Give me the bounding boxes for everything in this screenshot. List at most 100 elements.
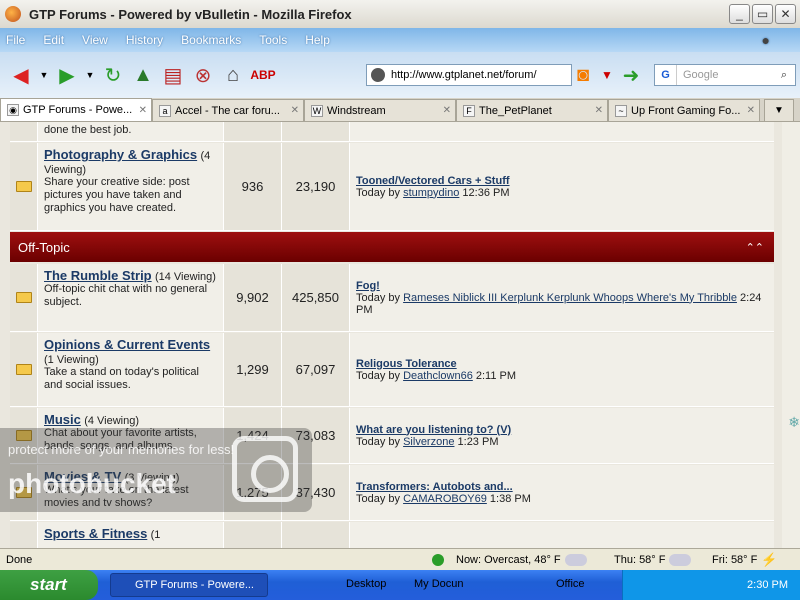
firefox-icon <box>5 6 21 22</box>
vertical-scrollbar[interactable]: ❄ <box>782 122 800 548</box>
window-controls: _ ▭ ✕ <box>729 4 796 24</box>
last-post: Transformers: Autobots and... Today by C… <box>350 465 774 520</box>
menu-view[interactable]: View <box>82 33 108 47</box>
last-post-title[interactable]: Transformers: Autobots and... <box>356 481 768 493</box>
tab-upfront[interactable]: ~ Up Front Gaming Fo... ✕ <box>608 99 760 121</box>
petplanet-favicon: F <box>463 104 475 117</box>
taskbar-firefox-window[interactable]: GTP Forums - Powere... <box>110 573 268 597</box>
last-post-author[interactable]: Deathclown66 <box>403 370 473 382</box>
last-post-author[interactable]: Rameses Niblick III Kerplunk Kerplunk Wh… <box>403 292 737 304</box>
last-post-title[interactable]: Religous Tolerance <box>356 358 768 370</box>
menu-tools[interactable]: Tools <box>259 33 287 47</box>
tab-gtp-forums[interactable]: ◉ GTP Forums - Powe... ✕ <box>0 98 152 121</box>
snowflake-icon: ❄ <box>788 414 800 430</box>
menu-file[interactable]: File <box>6 33 25 47</box>
tab-close-icon[interactable]: ✕ <box>443 105 451 116</box>
close-button[interactable]: ✕ <box>775 4 796 24</box>
adblock-icon[interactable]: ABP <box>250 62 276 88</box>
last-post: Fog! Today by Rameses Niblick III Kerplu… <box>350 264 774 331</box>
url-bar[interactable]: http://www.gtplanet.net/forum/ <box>366 64 572 86</box>
upfront-favicon: ~ <box>615 104 627 117</box>
forum-link[interactable]: The Rumble Strip <box>44 268 152 283</box>
tab-close-icon[interactable]: ✕ <box>595 105 603 116</box>
forward-button[interactable]: ▶ <box>54 62 80 88</box>
home-button[interactable]: ⌂ <box>220 62 246 88</box>
site-icon <box>371 68 385 82</box>
back-dropdown-icon[interactable]: ▼ <box>38 62 50 88</box>
last-post: Tooned/Vectored Cars + Stuff Today by st… <box>350 143 774 230</box>
tab-list-icon[interactable]: ▼ <box>764 99 794 121</box>
forum-description: Take a stand on today's political and so… <box>44 366 199 391</box>
search-icon[interactable]: ⌕ <box>773 69 795 82</box>
dropdown-arrow-icon[interactable]: ▼ <box>594 62 620 88</box>
search-box[interactable]: G Google ⌕ <box>654 64 796 86</box>
collapse-icon[interactable]: ⌃⌃ <box>746 241 764 254</box>
tab-petplanet[interactable]: F The_PetPlanet ✕ <box>456 99 608 121</box>
bookmark-page-icon[interactable]: ▤ <box>160 62 186 88</box>
table-row: The Rumble Strip (14 Viewing) Off-topic … <box>10 264 774 332</box>
maximize-button[interactable]: ▭ <box>752 4 773 24</box>
windstream-favicon: W <box>311 104 323 117</box>
folder-icon <box>15 181 32 192</box>
viewing-count: (1 Viewing) <box>44 354 99 366</box>
menu-help[interactable]: Help <box>305 33 330 47</box>
navigation-toolbar: ◀ ▼ ▶ ▼ ↻ ▲ ▤ ⊗ ⌂ ABP http://www.gtplane… <box>0 52 800 98</box>
status-text: Done <box>6 553 33 566</box>
tab-close-icon[interactable]: ✕ <box>139 105 147 116</box>
office-toolbar-label[interactable]: Office <box>556 578 585 590</box>
watermark-tagline: protect more of your memories for less! <box>8 442 235 457</box>
forum-link[interactable]: Sports & Fitness <box>44 526 147 541</box>
forward-dropdown-icon[interactable]: ▼ <box>84 62 96 88</box>
back-button[interactable]: ◀ <box>8 62 34 88</box>
table-row: Sports & Fitness (1 <box>10 522 774 548</box>
tab-close-icon[interactable]: ✕ <box>291 105 299 116</box>
photobucket-watermark: protect more of your memories for less! … <box>0 428 312 512</box>
tree-icon[interactable]: ▲ <box>130 62 156 88</box>
viewing-count: (14 Viewing) <box>154 271 216 283</box>
rss-icon[interactable]: ◙ <box>570 62 596 88</box>
last-post-title[interactable]: Tooned/Vectored Cars + Stuff <box>356 175 768 187</box>
last-post-title[interactable]: What are you listening to? (V) <box>356 424 768 436</box>
table-row: Opinions & Current Events (1 Viewing) Ta… <box>10 333 774 407</box>
my-documents-label[interactable]: My Docun <box>414 578 464 590</box>
tab-accel[interactable]: a Accel - The car foru... ✕ <box>152 99 304 121</box>
last-post: What are you listening to? (V) Today by … <box>350 408 774 463</box>
clock[interactable]: 2:30 PM <box>747 579 788 591</box>
start-button[interactable]: start <box>0 570 98 600</box>
last-post-title[interactable]: Fog! <box>356 280 768 292</box>
last-post-author[interactable]: stumpydino <box>403 187 459 199</box>
stop-button[interactable]: ⊗ <box>190 62 216 88</box>
last-post-author[interactable]: CAMAROBOY69 <box>403 493 487 505</box>
weather-thu[interactable]: Thu: 58° F <box>614 553 692 566</box>
last-post: Religous Tolerance Today by Deathclown66… <box>350 333 774 406</box>
menu-bookmarks[interactable]: Bookmarks <box>181 33 241 47</box>
desktop-toolbar-label[interactable]: Desktop <box>346 578 386 590</box>
reload-button[interactable]: ↻ <box>100 62 126 88</box>
menu-edit[interactable]: Edit <box>43 33 64 47</box>
forum-description: Share your creative side: post pictures … <box>44 176 190 214</box>
weather-fri[interactable]: Fri: 58° F ⚡ <box>712 552 778 568</box>
tab-close-icon[interactable]: ✕ <box>747 105 755 116</box>
weather-now[interactable]: Now: Overcast, 48° F <box>432 553 587 566</box>
window-title: GTP Forums - Powered by vBulletin - Mozi… <box>29 6 352 22</box>
category-title: Off-Topic <box>18 239 70 255</box>
minimize-button[interactable]: _ <box>729 4 750 24</box>
go-button[interactable]: ➜ <box>618 62 644 88</box>
search-engine-icon[interactable]: G <box>655 65 677 85</box>
post-count: 67,097 <box>282 333 350 406</box>
table-row: Photography & Graphics (4 Viewing) Share… <box>10 143 774 231</box>
gtp-favicon: ◉ <box>7 104 19 116</box>
forum-link[interactable]: Opinions & Current Events <box>44 337 210 352</box>
menu-history[interactable]: History <box>126 33 163 47</box>
tab-windstream[interactable]: W Windstream ✕ <box>304 99 456 121</box>
category-header[interactable]: Off-Topic ⌃⌃ <box>10 232 774 262</box>
folder-icon <box>15 292 32 303</box>
storm-icon: ⚡ <box>761 551 778 567</box>
watermark-brand: photobucket <box>8 468 176 499</box>
throbber-icon: ● <box>761 32 770 48</box>
url-text: http://www.gtplanet.net/forum/ <box>391 69 537 81</box>
forum-link[interactable]: Music <box>44 412 81 427</box>
last-post-author[interactable]: Silverzone <box>403 436 454 448</box>
forum-link[interactable]: Photography & Graphics <box>44 147 197 162</box>
search-input[interactable]: Google <box>683 69 718 81</box>
